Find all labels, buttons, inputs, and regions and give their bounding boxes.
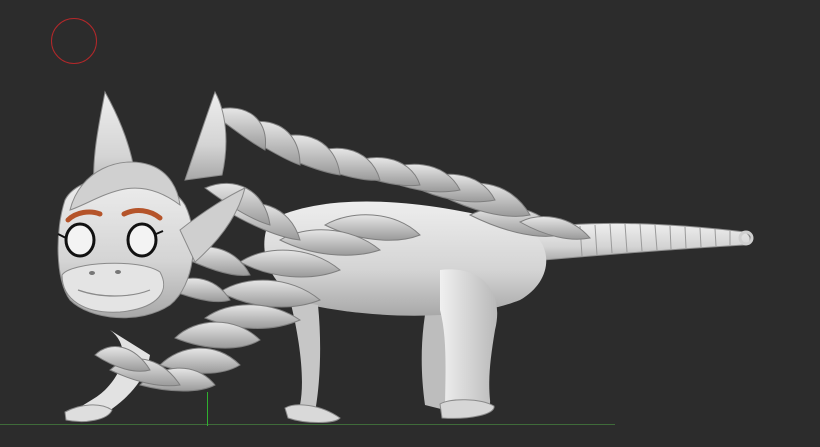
sculpted-creature-model[interactable] [0,0,820,447]
3d-viewport[interactable] [0,0,820,447]
hind-leg-front [439,269,498,419]
